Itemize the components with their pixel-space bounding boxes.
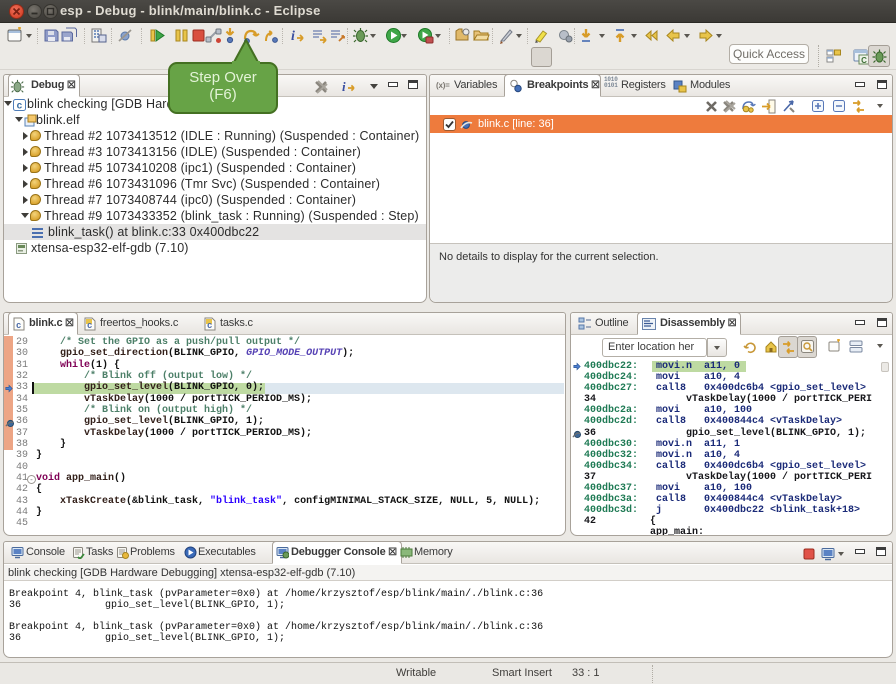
svg-text:c: c <box>87 320 92 330</box>
svg-text:c: c <box>17 101 23 112</box>
svg-text:C: C <box>861 56 867 65</box>
svg-text:c: c <box>207 320 212 330</box>
svg-text:c: c <box>16 320 21 330</box>
svg-text:i: i <box>342 79 346 94</box>
svg-text:i: i <box>291 29 295 44</box>
